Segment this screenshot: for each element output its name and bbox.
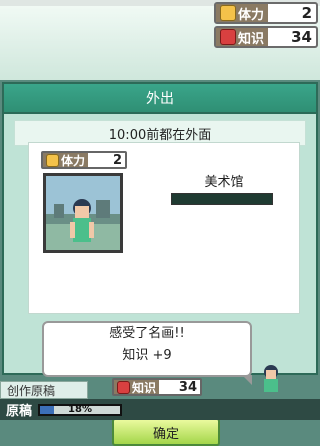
character-portrait bbox=[43, 173, 123, 253]
event-stamina: 体力 2 bbox=[41, 151, 127, 169]
stamina-icon bbox=[220, 5, 236, 21]
knowledge-icon bbox=[220, 29, 236, 45]
place-bar bbox=[171, 193, 273, 205]
manuscript-progress-text: 18% bbox=[68, 403, 92, 415]
hud-stamina-label: 体力 bbox=[216, 4, 269, 23]
museum-scene-icon bbox=[46, 176, 120, 250]
hud-stamina: 体力 2 bbox=[214, 2, 318, 24]
hud-knowledge-value: 34 bbox=[291, 28, 312, 46]
stamina-icon bbox=[46, 153, 59, 167]
hud-stamina-value: 2 bbox=[301, 4, 312, 22]
knowledge-result: 知识 34 bbox=[112, 378, 202, 396]
dialog-title: 外出 bbox=[4, 84, 316, 114]
event-stamina-label: 体力 bbox=[43, 153, 89, 168]
manuscript-progress: 18% bbox=[38, 403, 123, 416]
knowledge-result-value: 34 bbox=[178, 379, 197, 395]
event-stamina-value: 2 bbox=[112, 152, 122, 168]
knowledge-icon bbox=[117, 380, 130, 394]
confirm-button[interactable]: 确定 bbox=[112, 418, 220, 446]
message-line-2: 知识 +9 bbox=[122, 348, 172, 363]
knowledge-result-label: 知识 bbox=[114, 380, 160, 395]
character-avatar bbox=[258, 364, 284, 394]
message-bubble: 感受了名画!! 知识 +9 bbox=[42, 321, 252, 385]
hud-knowledge-label: 知识 bbox=[216, 28, 269, 47]
outing-dialog: 外出 10:00前都在外面 体力 2 美术馆 感受了名画!! 知识 +9 知识 … bbox=[2, 82, 318, 446]
place-name: 美术馆 bbox=[204, 175, 244, 190]
message-line-1: 感受了名画!! bbox=[109, 326, 185, 341]
manuscript-label: 原稿 bbox=[6, 404, 33, 419]
manuscript-bar: 原稿 18% bbox=[0, 399, 320, 420]
hud-knowledge: 知识 34 bbox=[214, 26, 318, 48]
event-panel: 体力 2 美术馆 bbox=[28, 142, 300, 314]
create-manuscript-tab[interactable]: 创作原稿 bbox=[0, 381, 88, 399]
